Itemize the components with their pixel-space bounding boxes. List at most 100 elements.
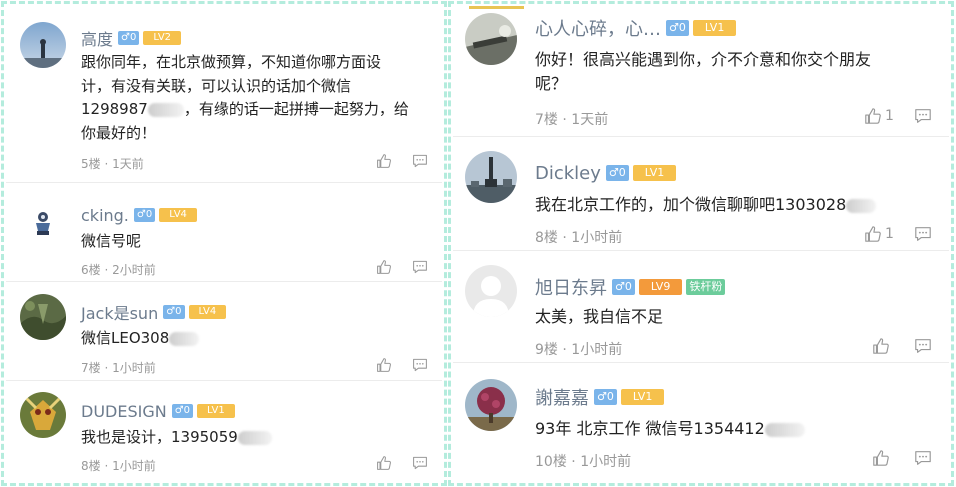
comment-header: 謝嘉嘉 ♂0 LV1	[535, 384, 668, 410]
meta-separator: ·	[104, 157, 109, 171]
avatar[interactable]	[20, 392, 66, 438]
comment-icon[interactable]	[412, 259, 428, 275]
level-badge: LV1	[197, 404, 235, 418]
comment-line: 1298987 ，有缘的话一起拼搏一起努力，给	[81, 98, 409, 122]
comment-header: Jack是sun ♂0 LV4	[81, 301, 230, 323]
thumbs-up-icon[interactable]	[864, 107, 882, 125]
thumbs-up-icon[interactable]	[376, 455, 392, 471]
username[interactable]: 旭日东昇	[535, 274, 607, 300]
level-badge: LV9	[638, 279, 683, 295]
timestamp: 1小时前	[571, 230, 623, 246]
comment-actions	[376, 357, 428, 373]
level-badge: LV2	[143, 31, 182, 45]
avatar[interactable]	[465, 265, 517, 317]
avatar[interactable]	[20, 294, 66, 340]
thumbs-up-icon[interactable]	[376, 357, 392, 373]
username[interactable]: Jack是sun	[81, 300, 158, 324]
comment-icon[interactable]	[412, 153, 428, 169]
avatar[interactable]	[20, 199, 66, 245]
floor-number: 9楼	[535, 342, 558, 358]
username[interactable]: 謝嘉嘉	[535, 384, 589, 410]
comment-fragment: 我在北京工作的，加个微信聊聊吧1303028	[535, 195, 847, 214]
comment-item: 高度 ♂0 LV2 跟你同年，在北京做预算，不知道你哪方面设 计，有没有关联，可…	[6, 6, 442, 183]
username[interactable]: 心人心碎，心…	[535, 15, 661, 41]
thumbs-up-icon[interactable]	[376, 259, 392, 275]
gender-badge: ♂0	[612, 279, 635, 295]
comment-icon[interactable]	[914, 337, 932, 355]
username[interactable]: cking.	[81, 206, 129, 225]
like-button[interactable]: 1	[864, 107, 894, 125]
meta-separator: ·	[562, 230, 567, 246]
redaction-blur	[169, 331, 200, 346]
comment-line: 93年 北京工作 微信号1354412	[535, 417, 805, 441]
gender-badge: ♂0	[594, 389, 617, 405]
comment-text: 你好！很高兴能遇到你，介不介意和你交个朋友 呢？	[535, 48, 871, 96]
like-count: 1	[885, 226, 894, 242]
like-count: 1	[885, 108, 894, 124]
comment-icon[interactable]	[914, 225, 932, 243]
redaction-blur	[237, 430, 272, 445]
thumbs-up-icon[interactable]	[376, 153, 392, 169]
comment-text: 跟你同年，在北京做预算，不知道你哪方面设 计，有没有关联，可以认识的话加个微信 …	[81, 51, 409, 145]
meta-separator: ·	[104, 361, 109, 375]
gender-badge: ♂0	[118, 31, 140, 45]
floor-number: 6楼	[81, 263, 101, 277]
comment-header: 高度 ♂0 LV2	[81, 27, 185, 49]
comment-meta: 7楼 · 1小时前	[81, 359, 156, 376]
redaction-blur	[846, 198, 877, 213]
comment-meta: 6楼 · 2小时前	[81, 261, 156, 278]
comment-text: 太美，我自信不足	[535, 305, 663, 329]
timestamp: 2小时前	[112, 263, 156, 277]
floor-number: 8楼	[81, 459, 101, 473]
gender-badge: ♂0	[666, 20, 689, 36]
comment-line: 你最好的！	[81, 123, 157, 142]
comment-item: 旭日东昇 ♂0 LV9 铁杆粉 太美，我自信不足 9楼 · 1小时前	[453, 251, 949, 363]
avatar[interactable]	[465, 13, 517, 65]
username[interactable]: DUDESIGN	[81, 402, 167, 421]
comment-fragment: ，有缘的话一起拼搏一起努力，给	[183, 100, 409, 118]
floor-number: 5楼	[81, 157, 101, 171]
thumbs-up-icon[interactable]	[864, 225, 882, 243]
gender-badge: ♂0	[163, 305, 185, 319]
comment-fragment: 1298987	[81, 100, 148, 118]
avatar[interactable]	[465, 379, 517, 431]
comment-line: 我也是设计，1395059	[81, 426, 272, 450]
gender-badge: ♂0	[133, 208, 156, 222]
fan-badge: 铁杆粉	[686, 279, 726, 295]
username[interactable]: 高度	[81, 26, 113, 50]
timestamp: 1小时前	[580, 454, 632, 470]
comment-line: 微信LEO308	[81, 327, 200, 351]
meta-separator: ·	[104, 459, 109, 473]
comment-actions: 1	[864, 225, 932, 243]
floor-number: 10楼	[535, 454, 567, 470]
comment-text: 我在北京工作的，加个微信聊聊吧1303028	[535, 193, 877, 217]
comment-header: cking. ♂0 LV4	[81, 204, 201, 226]
level-badge: LV1	[632, 165, 677, 181]
meta-separator: ·	[562, 342, 567, 358]
gender-badge: ♂0	[171, 404, 194, 418]
comment-line: 我在北京工作的，加个微信聊聊吧1303028	[535, 193, 877, 217]
comment-meta: 9楼 · 1小时前	[535, 339, 622, 359]
comment-meta: 8楼 · 1小时前	[535, 227, 622, 247]
thumbs-up-icon[interactable]	[872, 449, 890, 467]
comment-icon[interactable]	[412, 455, 428, 471]
avatar[interactable]	[20, 22, 66, 68]
comment-line: 太美，我自信不足	[535, 307, 664, 326]
comment-meta: 5楼 · 1天前	[81, 155, 144, 172]
comment-icon[interactable]	[914, 449, 932, 467]
comment-item: cking. ♂0 LV4 微信号呢 6楼 · 2小时前	[6, 183, 442, 282]
meta-separator: ·	[562, 112, 567, 128]
username[interactable]: Dickley	[535, 163, 601, 184]
comment-actions	[872, 337, 932, 355]
level-badge: LV1	[692, 20, 737, 36]
comment-actions	[376, 259, 428, 275]
comment-fragment: 微信LEO308	[81, 329, 170, 347]
redaction-blur	[147, 102, 184, 117]
comment-icon[interactable]	[914, 107, 932, 125]
comment-icon[interactable]	[412, 357, 428, 373]
like-button[interactable]: 1	[864, 225, 894, 243]
thumbs-up-icon[interactable]	[872, 337, 890, 355]
meta-separator: ·	[104, 263, 109, 277]
timestamp: 1小时前	[112, 459, 156, 473]
avatar[interactable]	[465, 151, 517, 203]
